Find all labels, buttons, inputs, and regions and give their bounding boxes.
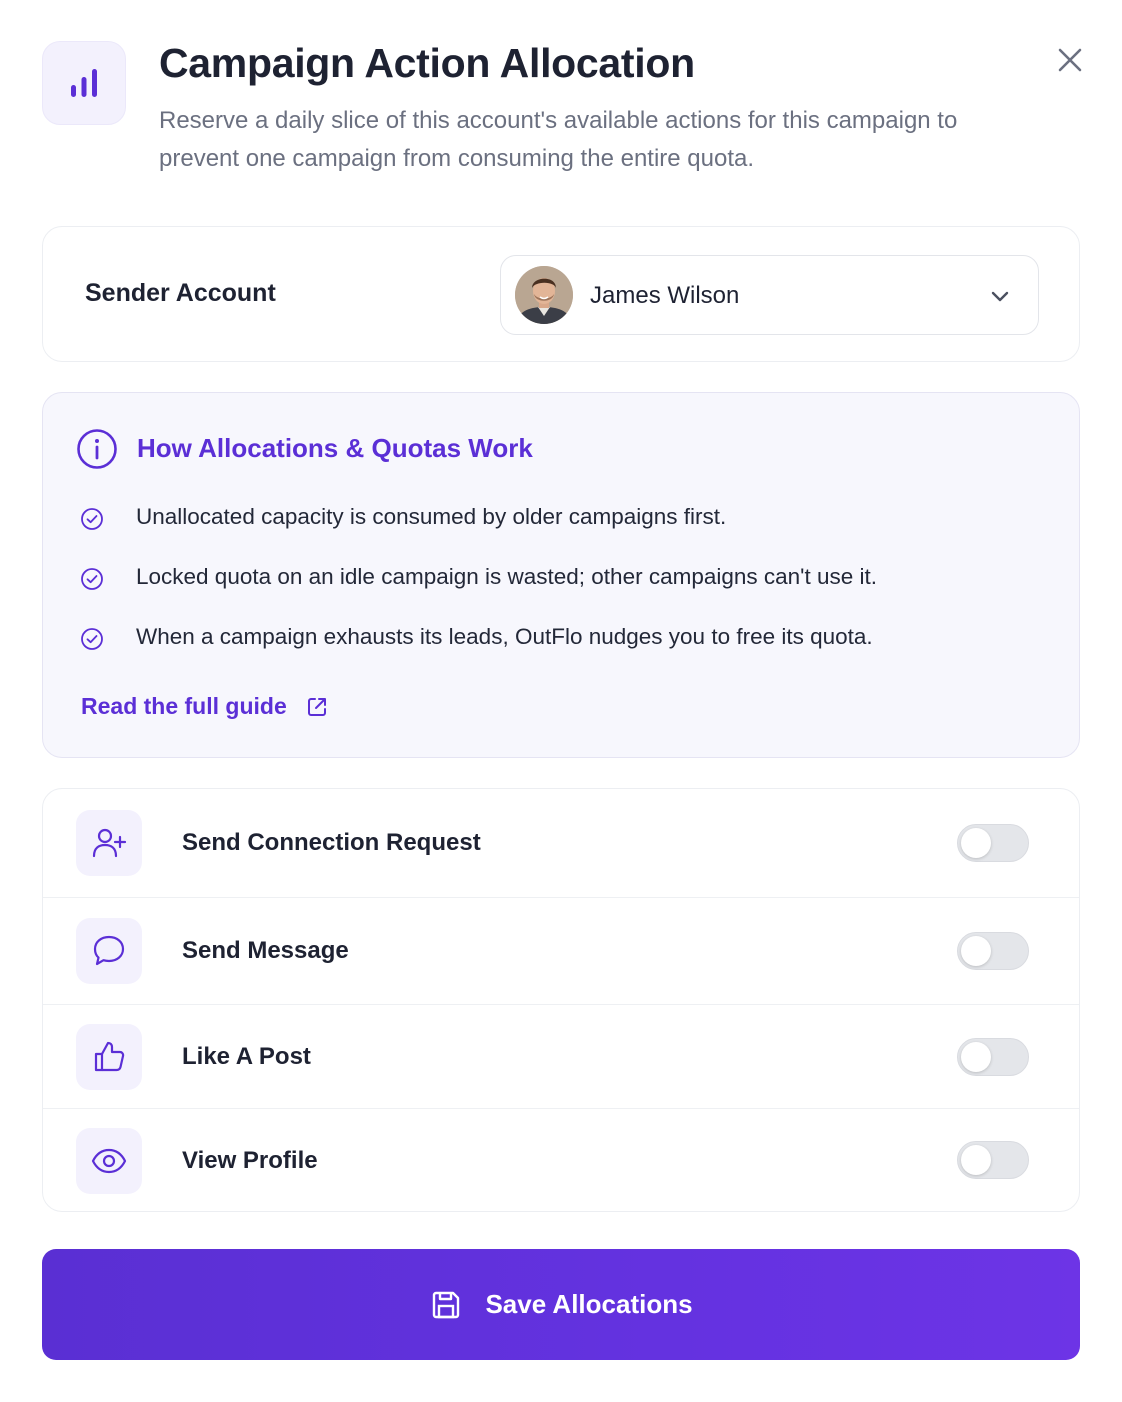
selected-account-name: James Wilson	[590, 282, 740, 309]
action-label: Send Connection Request	[182, 829, 481, 856]
eye-icon	[76, 1128, 142, 1194]
action-row-send-message: Send Message	[43, 898, 1079, 1005]
send-message-toggle[interactable]	[957, 932, 1029, 970]
allocation-modal: Campaign Action Allocation Reserve a dai…	[0, 0, 1122, 1402]
action-label: View Profile	[182, 1147, 318, 1174]
close-icon	[1058, 48, 1082, 72]
send-connection-request-toggle[interactable]	[957, 824, 1029, 862]
action-row-send-connection-request: Send Connection Request	[43, 789, 1079, 898]
modal-title: Campaign Action Allocation	[159, 40, 695, 86]
view-profile-toggle[interactable]	[957, 1141, 1029, 1179]
bar-chart-icon	[42, 41, 126, 125]
like-a-post-toggle[interactable]	[957, 1038, 1029, 1076]
user-plus-icon	[76, 810, 142, 876]
action-row-like-a-post: Like A Post	[43, 1005, 1079, 1109]
check-circle-icon	[81, 508, 103, 530]
save-button-label: Save Allocations	[485, 1289, 693, 1319]
message-bubble-icon	[76, 918, 142, 984]
action-label: Send Message	[182, 937, 349, 964]
action-label: Like A Post	[182, 1043, 311, 1070]
read-guide-label: Read the full guide	[81, 693, 287, 719]
close-button[interactable]	[1050, 40, 1090, 80]
save-allocations-button[interactable]: Save Allocations	[42, 1249, 1080, 1360]
info-title: How Allocations & Quotas Work	[137, 433, 533, 463]
read-guide-link[interactable]: Read the full guide	[81, 693, 329, 720]
info-icon	[77, 429, 117, 469]
external-link-icon	[307, 697, 326, 716]
account-select[interactable]: James Wilson	[500, 255, 1039, 335]
info-item-text: Locked quota on an idle campaign is wast…	[136, 564, 877, 589]
save-icon	[433, 1291, 460, 1318]
sender-account-label: Sender Account	[85, 279, 276, 307]
info-item-text: When a campaign exhausts its leads, OutF…	[136, 624, 873, 649]
info-item-text: Unallocated capacity is consumed by olde…	[136, 504, 727, 529]
thumbs-up-icon	[76, 1024, 142, 1090]
check-circle-icon	[81, 568, 103, 590]
sender-account-card: Sender Account James Wilson	[42, 226, 1080, 362]
avatar	[515, 266, 573, 324]
modal-subtitle: Reserve a daily slice of this account's …	[159, 107, 958, 172]
chevron-down-icon	[991, 291, 1009, 302]
action-list: Send Connection Request Send Message Lik…	[42, 788, 1080, 1212]
action-row-view-profile: View Profile	[43, 1109, 1079, 1211]
check-circle-icon	[81, 628, 103, 650]
allocation-info-card: How Allocations & Quotas Work Unallocate…	[42, 392, 1080, 758]
